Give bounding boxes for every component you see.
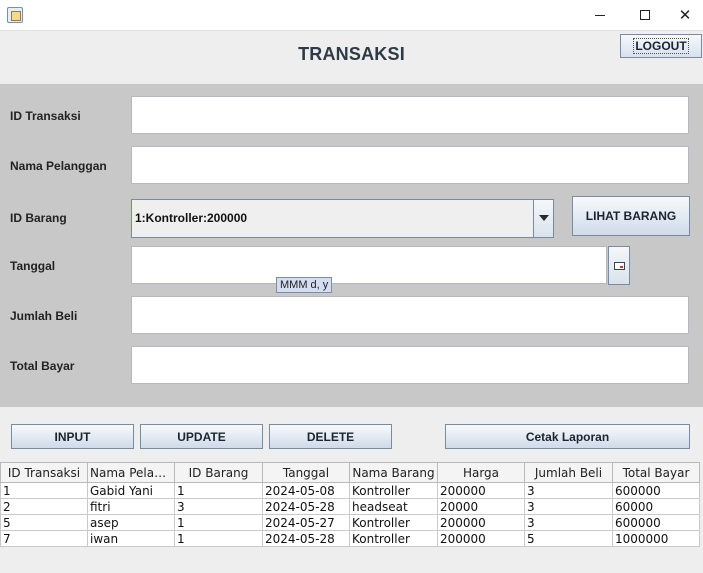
table-cell: asep xyxy=(87,514,175,531)
logout-button-label: LOGOUT xyxy=(633,38,689,54)
table-cell: 200000 xyxy=(437,514,525,531)
id-barang-combobox[interactable]: 1:Kontroller:200000 xyxy=(131,199,554,238)
table-cell: 200000 xyxy=(437,482,525,499)
close-button[interactable]: ✕ xyxy=(667,0,703,30)
table-cell: 1 xyxy=(174,530,263,547)
column-header[interactable]: Harga xyxy=(437,462,525,483)
column-header[interactable]: Jumlah Beli xyxy=(524,462,613,483)
lihat-barang-button[interactable]: LIHAT BARANG xyxy=(572,196,690,236)
window-titlebar: ✕ xyxy=(0,0,703,30)
table-cell: 60000 xyxy=(612,498,700,515)
form-panel: ID Transaksi Nama Pelanggan ID Barang 1:… xyxy=(0,84,703,407)
table-row[interactable]: 2 fitri 3 2024-05-28 headseat 20000 3 60… xyxy=(0,498,700,515)
table-cell: Gabid Yani xyxy=(87,482,175,499)
cetak-laporan-button[interactable]: Cetak Laporan xyxy=(445,424,690,449)
action-button-bar: INPUT UPDATE DELETE Cetak Laporan xyxy=(0,407,703,462)
table-cell: 3 xyxy=(524,514,613,531)
total-bayar-label: Total Bayar xyxy=(10,359,75,373)
table-cell: Kontroller xyxy=(349,482,438,499)
date-picker-button[interactable] xyxy=(608,246,630,285)
maximize-button[interactable] xyxy=(622,0,668,30)
table-cell: 5 xyxy=(0,514,88,531)
column-header[interactable]: Total Bayar xyxy=(612,462,700,483)
transaction-table[interactable]: ID Transaksi Nama Pelang... ID Barang Ta… xyxy=(0,462,700,547)
table-cell: 3 xyxy=(524,498,613,515)
jumlah-beli-field[interactable] xyxy=(131,296,689,334)
id-transaksi-label: ID Transaksi xyxy=(10,109,81,123)
nama-pelanggan-label: Nama Pelanggan xyxy=(10,159,107,173)
tanggal-label: Tanggal xyxy=(10,259,56,273)
date-format-tooltip: MMM d, y xyxy=(276,277,333,293)
table-cell: headseat xyxy=(349,498,438,515)
minimize-button[interactable] xyxy=(577,0,623,30)
table-cell: iwan xyxy=(87,530,175,547)
input-button[interactable]: INPUT xyxy=(11,424,134,449)
table-cell: 2 xyxy=(0,498,88,515)
total-bayar-field[interactable] xyxy=(131,346,689,384)
java-app-icon xyxy=(7,7,23,23)
column-header[interactable]: ID Transaksi xyxy=(0,462,88,483)
minimize-icon xyxy=(595,14,605,16)
nama-pelanggan-field[interactable] xyxy=(131,146,689,184)
chevron-down-icon[interactable] xyxy=(533,200,553,237)
table-cell: 20000 xyxy=(437,498,525,515)
table-cell: 2024-05-28 xyxy=(262,530,350,547)
table-row[interactable]: 1 Gabid Yani 1 2024-05-08 Kontroller 200… xyxy=(0,482,700,499)
table-cell: 2024-05-27 xyxy=(262,514,350,531)
column-header[interactable]: Nama Barang xyxy=(349,462,438,483)
calendar-icon xyxy=(614,262,625,270)
table-cell: 1000000 xyxy=(612,530,700,547)
page-title: TRANSAKSI xyxy=(298,44,405,64)
id-barang-label: ID Barang xyxy=(10,211,67,225)
table-cell: 2024-05-28 xyxy=(262,498,350,515)
id-barang-selected-value: 1:Kontroller:200000 xyxy=(135,211,248,225)
table-cell: 1 xyxy=(174,482,263,499)
table-cell: Kontroller xyxy=(349,530,438,547)
table-cell: Kontroller xyxy=(349,514,438,531)
table-cell: 1 xyxy=(0,482,88,499)
table-cell: 1 xyxy=(174,514,263,531)
table-cell: 2024-05-08 xyxy=(262,482,350,499)
close-icon: ✕ xyxy=(678,6,692,24)
table-row[interactable]: 7 iwan 1 2024-05-28 Kontroller 200000 5 … xyxy=(0,530,700,547)
transaction-table-area: ID Transaksi Nama Pelang... ID Barang Ta… xyxy=(0,462,703,573)
table-cell: 3 xyxy=(524,482,613,499)
table-cell: 3 xyxy=(174,498,263,515)
id-transaksi-field[interactable] xyxy=(131,96,689,134)
logout-button[interactable]: LOGOUT xyxy=(620,34,702,58)
jumlah-beli-label: Jumlah Beli xyxy=(10,309,78,323)
table-cell: 600000 xyxy=(612,482,700,499)
table-cell: fitri xyxy=(87,498,175,515)
delete-button[interactable]: DELETE xyxy=(269,424,392,449)
column-header[interactable]: Tanggal xyxy=(262,462,350,483)
header-panel: TRANSAKSI LOGOUT xyxy=(0,30,703,84)
table-cell: 5 xyxy=(524,530,613,547)
column-header[interactable]: ID Barang xyxy=(174,462,263,483)
table-cell: 7 xyxy=(0,530,88,547)
tanggal-date-field[interactable] xyxy=(131,246,607,284)
update-button[interactable]: UPDATE xyxy=(140,424,263,449)
column-header[interactable]: Nama Pelang... xyxy=(87,462,175,483)
table-cell: 200000 xyxy=(437,530,525,547)
table-row[interactable]: 5 asep 1 2024-05-27 Kontroller 200000 3 … xyxy=(0,514,700,531)
table-header-row: ID Transaksi Nama Pelang... ID Barang Ta… xyxy=(0,462,700,483)
table-cell: 600000 xyxy=(612,514,700,531)
maximize-icon xyxy=(640,10,650,20)
